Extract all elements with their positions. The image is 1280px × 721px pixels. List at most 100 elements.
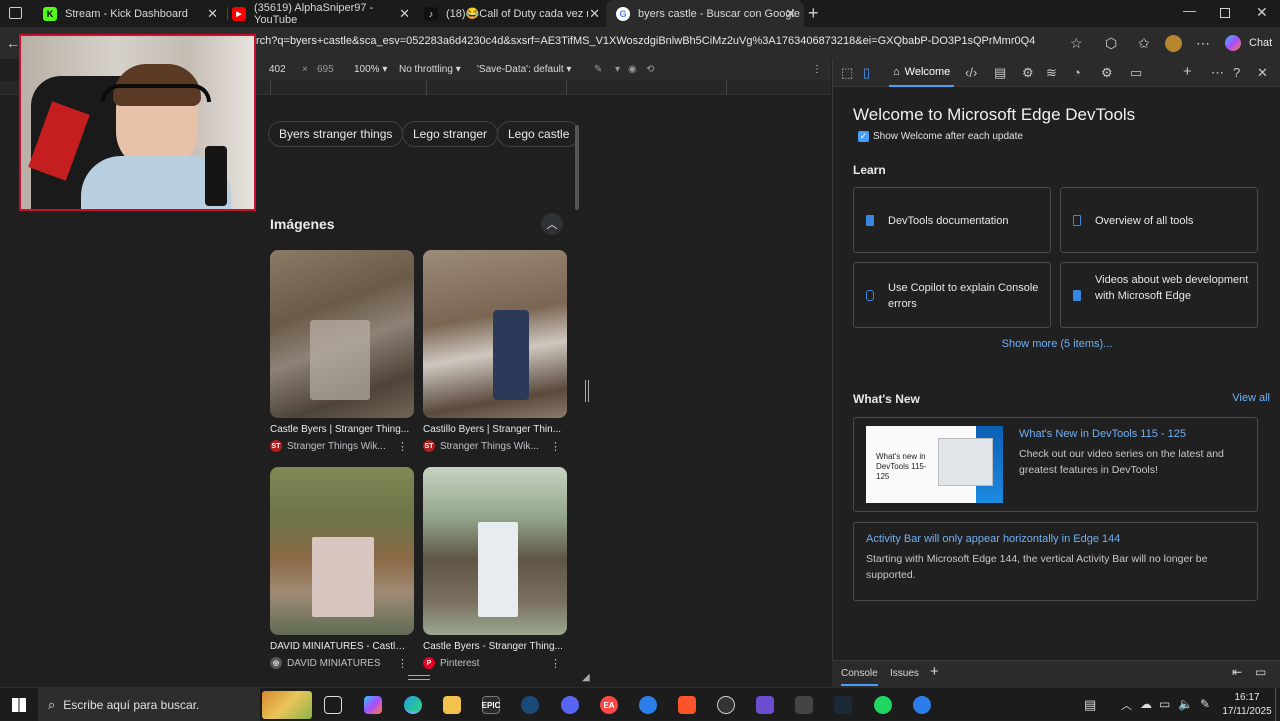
image-title[interactable]: DAVID MINIATURES - Castle_... [270,641,410,652]
tab-kick[interactable]: K Stream - Kick Dashboard ✕ [33,0,226,27]
davinci-icon[interactable] [795,696,813,714]
application-icon[interactable]: ▭ [1130,65,1142,81]
image-thumbnail[interactable] [423,467,567,635]
image-source[interactable]: ST Stranger Things Wik... ⋮ [423,440,567,453]
close-drawer-icon[interactable]: ▭ [1255,665,1266,679]
dock-icon[interactable]: ⇤ [1232,665,1242,679]
steam-icon[interactable] [834,696,852,714]
resize-corner-icon[interactable]: ◢ [582,672,590,683]
close-devtools-icon[interactable]: ✕ [1257,65,1268,81]
image-result[interactable]: DAVID MINIATURES - Castle_... ◎ DAVID MI… [270,467,414,670]
card-copilot-console[interactable]: Use Copilot to explain Console errors [853,262,1051,328]
app-icon[interactable] [913,696,931,714]
zoom-select[interactable]: 100% ▾ [354,64,387,75]
app-icon[interactable] [639,696,657,714]
windows-start-icon[interactable] [12,698,26,712]
image-source[interactable]: ST Stranger Things Wik... ⋮ [270,440,414,453]
news-widget-icon[interactable]: ▤ [1084,697,1096,713]
favorite-star-icon[interactable]: ☆ [1070,35,1083,52]
brave-icon[interactable] [678,696,696,714]
news-title[interactable]: Activity Bar will only appear horizontal… [866,533,1120,545]
tab-tiktok[interactable]: ♪ (18)😂Call of Duty cada vez más ... ✕ [414,0,608,27]
avatar[interactable] [1165,35,1182,52]
debugger-icon[interactable]: ⚙ [1022,65,1034,81]
view-all-link[interactable]: View all [1232,392,1270,404]
favorites-icon[interactable]: ✩ [1138,35,1150,52]
url-field[interactable]: rch?q=byers+castle&sca_esv=052283a6d4230… [256,35,1056,47]
help-icon[interactable]: ? [1233,65,1240,80]
news-card[interactable]: What's new in DevTools 115-125 What's Ne… [853,417,1258,512]
device-width[interactable]: 402 [269,64,286,75]
console-icon[interactable]: ▤ [994,65,1006,81]
resize-handle-right[interactable] [585,380,589,402]
image-title[interactable]: Castillo Byers | Stranger Thin... [423,424,563,435]
tab-youtube[interactable]: ▶ (35619) AlphaSniper97 - YouTube ✕ [222,0,418,27]
image-title[interactable]: Castle Byers - Stranger Thing... [423,641,563,652]
chip-byers-stranger-things[interactable]: Byers stranger things [268,121,404,147]
card-videos[interactable]: Videos about web development with Micros… [1060,262,1258,328]
minimize-icon[interactable]: — [1183,3,1196,18]
chip-lego-stranger[interactable]: Lego stranger [402,121,499,147]
edge-icon[interactable] [404,696,422,714]
news-card[interactable]: Activity Bar will only appear horizontal… [853,522,1258,601]
throttling-select[interactable]: No throttling ▾ [399,64,461,75]
clock[interactable]: 16:17 17/11/2025 [1222,691,1272,719]
tab-console[interactable]: Console [841,668,878,686]
dropdown-icon[interactable]: ▾ [615,64,620,75]
close-icon[interactable]: ✕ [399,6,410,22]
new-tab-icon[interactable]: + [808,3,819,24]
more-icon[interactable]: ⋯ [1196,35,1210,52]
file-explorer-icon[interactable] [443,696,461,714]
resize-handle-bottom[interactable] [408,675,430,680]
network-tray-icon[interactable]: ☁ [1140,697,1152,711]
add-tool-icon[interactable]: + [1183,63,1192,80]
save-data-select[interactable]: 'Save-Data': default ▾ [477,64,571,75]
memory-icon[interactable]: ⚙ [1101,65,1113,81]
copilot-icon[interactable] [1225,35,1241,51]
chevron-up-icon[interactable]: ︿ [541,213,563,235]
tab-actions-icon[interactable] [9,7,22,19]
close-icon[interactable]: ✕ [785,6,796,22]
rotate-icon[interactable]: ⟲ [646,64,654,75]
image-source[interactable]: ◎ DAVID MINIATURES ⋮ [270,657,414,670]
pen-tray-icon[interactable]: ✎ [1200,697,1210,711]
add-drawer-tab-icon[interactable]: + [930,663,939,680]
news-title[interactable]: What's New in DevTools 115 - 125 [1019,428,1186,440]
close-icon[interactable]: ✕ [589,6,600,22]
chip-lego-castle[interactable]: Lego castle [497,121,578,147]
image-result[interactable]: Castle Byers - Stranger Thing... P Pinte… [423,467,567,670]
back-icon[interactable]: ← [6,35,20,51]
ea-icon[interactable]: EA [600,696,618,714]
image-thumbnail[interactable] [270,250,414,418]
task-view-icon[interactable] [324,696,342,714]
epic-games-icon[interactable]: EPIC [482,696,500,714]
performance-icon[interactable]: ◔ [1073,65,1081,80]
volume-icon[interactable]: 🔈 [1178,697,1193,711]
controller-icon[interactable] [756,696,774,714]
image-source[interactable]: P Pinterest ⋮ [423,657,567,670]
steam-icon[interactable] [521,696,539,714]
tab-google[interactable]: G byers castle - Buscar con Google ✕ [606,0,804,27]
spotify-icon[interactable] [874,696,892,714]
pen-icon[interactable]: ✎ [594,64,602,75]
discord-icon[interactable] [561,696,579,714]
image-result[interactable]: Castle Byers | Stranger Thing... ST Stra… [270,250,414,453]
more-vertical-icon[interactable]: ⋮ [397,440,408,453]
chevron-up-icon[interactable]: ︿ [1121,697,1132,713]
image-result[interactable]: Castillo Byers | Stranger Thin... ST Str… [423,250,567,453]
network-icon[interactable]: ≋ [1046,65,1057,81]
elements-icon[interactable]: ‹/› [965,65,977,80]
device-emulation-icon[interactable]: ▯ [863,65,870,81]
taskbar-search[interactable]: ⌕ Escribe aquí para buscar. [38,688,260,721]
more-vertical-icon[interactable]: ⋮ [550,440,561,453]
more-tools-icon[interactable]: ⋯ [1211,65,1224,81]
page-scrollbar[interactable] [575,125,579,210]
inspect-icon[interactable]: ⬚ [841,65,853,81]
obs-icon[interactable] [717,696,735,714]
device-height[interactable]: 695 [317,64,334,75]
close-icon[interactable]: ✕ [207,6,218,22]
more-vertical-icon[interactable]: ⋮ [397,657,408,670]
image-thumbnail[interactable] [270,467,414,635]
maximize-icon[interactable] [1220,8,1230,18]
tab-issues[interactable]: Issues [890,668,919,679]
